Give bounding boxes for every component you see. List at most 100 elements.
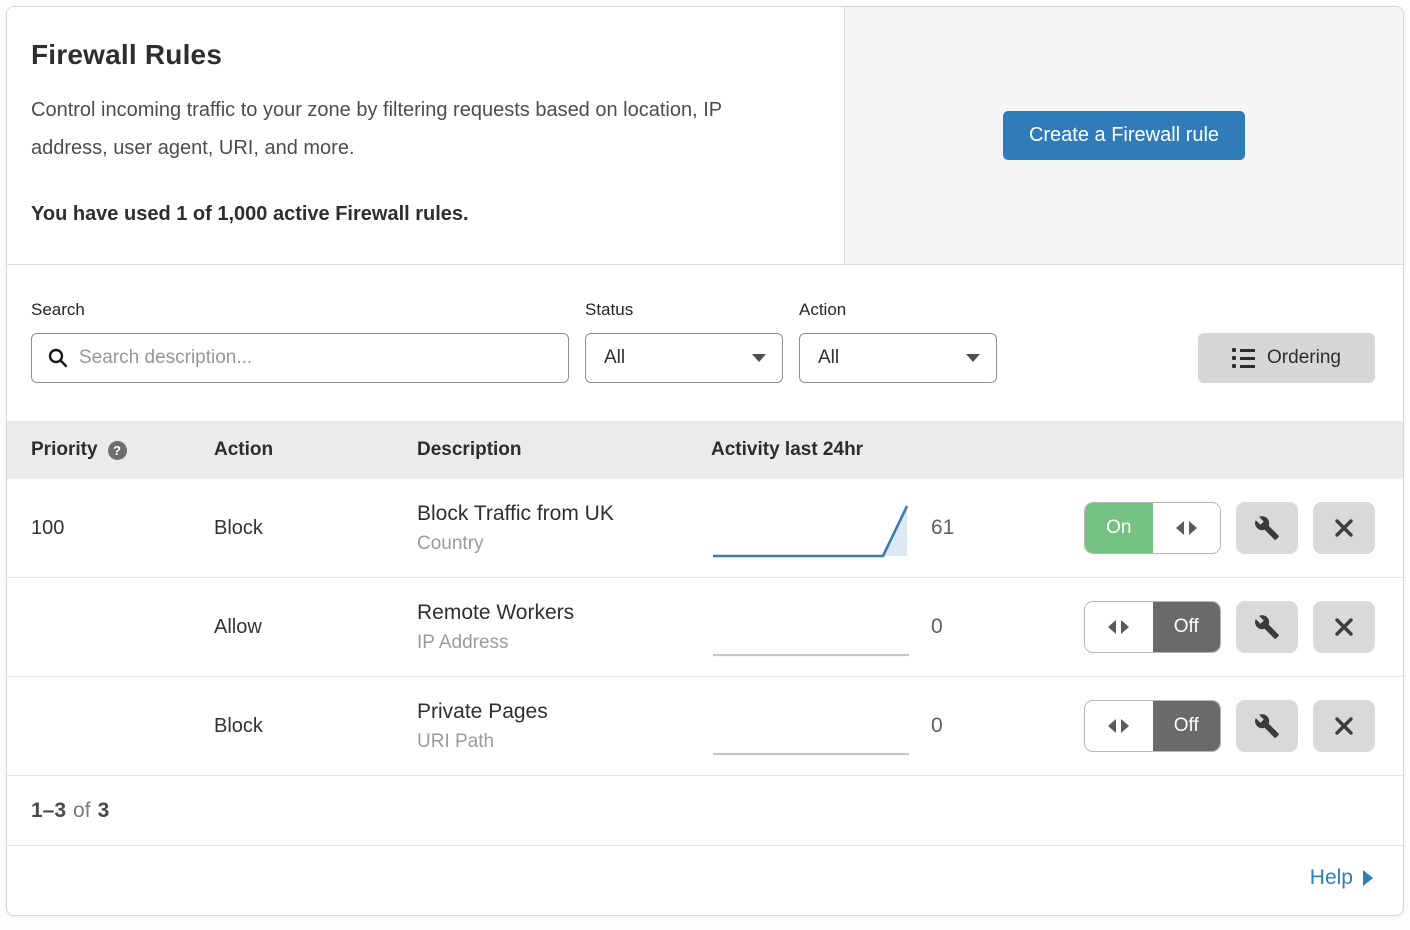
toggle-state-label: On xyxy=(1106,517,1131,539)
toggle-handle xyxy=(1085,701,1153,751)
ordering-button[interactable]: Ordering xyxy=(1198,333,1375,383)
wrench-icon xyxy=(1254,614,1280,640)
close-icon xyxy=(1333,517,1355,539)
firewall-rules-panel: Firewall Rules Control incoming traffic … xyxy=(6,6,1404,916)
row-controls: Off xyxy=(1021,601,1403,653)
activity-count: 0 xyxy=(931,714,1021,738)
header: Firewall Rules Control incoming traffic … xyxy=(7,7,1403,265)
delete-rule-button[interactable] xyxy=(1313,601,1375,653)
activity-sparkline xyxy=(711,595,931,659)
action-value: Block xyxy=(214,715,417,738)
pagination-bar: 1–3 of 3 xyxy=(7,776,1403,846)
search-icon xyxy=(47,347,69,369)
toggle-state-label: Off xyxy=(1174,715,1199,737)
edit-rule-button[interactable] xyxy=(1236,502,1298,554)
table-header-row: Priority ? Action Description Activity l… xyxy=(7,421,1403,479)
arrow-left-icon xyxy=(1176,521,1184,535)
wrench-icon xyxy=(1254,713,1280,739)
table-row: 100 Block Block Traffic from UK Country … xyxy=(7,479,1403,578)
edit-rule-button[interactable] xyxy=(1236,700,1298,752)
arrow-left-icon xyxy=(1108,719,1116,733)
chevron-down-icon xyxy=(966,354,980,362)
action-label: Action xyxy=(799,300,997,320)
action-filter-group: Action All xyxy=(799,300,997,383)
rule-description: Private Pages xyxy=(417,700,711,724)
activity-count: 61 xyxy=(931,516,1021,540)
rule-description: Remote Workers xyxy=(417,601,711,625)
close-icon xyxy=(1333,616,1355,638)
edit-rule-button[interactable] xyxy=(1236,601,1298,653)
table-row: Block Private Pages URI Path 0 Off xyxy=(7,677,1403,776)
pagination-range: 1–3 xyxy=(31,799,66,823)
search-box xyxy=(31,333,569,383)
ordering-button-label: Ordering xyxy=(1267,347,1341,369)
arrow-left-icon xyxy=(1108,620,1116,634)
arrow-right-icon xyxy=(1121,620,1129,634)
action-value: Allow xyxy=(214,616,417,639)
help-link-label: Help xyxy=(1310,866,1353,890)
status-select-value: All xyxy=(604,347,752,369)
priority-help-icon[interactable]: ? xyxy=(108,441,127,460)
column-header-priority: Priority ? xyxy=(7,439,214,461)
close-icon xyxy=(1333,715,1355,737)
rule-match-type: Country xyxy=(417,533,711,555)
usage-note: You have used 1 of 1,000 active Firewall… xyxy=(31,203,804,226)
delete-rule-button[interactable] xyxy=(1313,502,1375,554)
rule-enabled-toggle[interactable]: On xyxy=(1084,502,1221,554)
description-cell: Block Traffic from UK Country xyxy=(417,502,711,555)
row-controls: Off xyxy=(1021,700,1403,752)
toggle-state-segment: Off xyxy=(1153,701,1221,751)
delete-rule-button[interactable] xyxy=(1313,700,1375,752)
arrow-right-icon xyxy=(1363,870,1373,886)
status-select[interactable]: All xyxy=(585,333,783,383)
pagination-of-label: of xyxy=(73,799,91,823)
row-controls: On xyxy=(1021,502,1403,554)
sparkline-chart-icon xyxy=(711,595,911,659)
rule-enabled-toggle[interactable]: Off xyxy=(1084,601,1221,653)
description-cell: Remote Workers IP Address xyxy=(417,601,711,654)
rule-match-type: IP Address xyxy=(417,632,711,654)
priority-value: 100 xyxy=(7,517,214,540)
status-label: Status xyxy=(585,300,783,320)
activity-sparkline xyxy=(711,694,931,758)
table-row: Allow Remote Workers IP Address 0 Off xyxy=(7,578,1403,677)
wrench-icon xyxy=(1254,515,1280,541)
activity-count: 0 xyxy=(931,615,1021,639)
status-filter-group: Status All xyxy=(585,300,783,383)
action-select[interactable]: All xyxy=(799,333,997,383)
create-firewall-rule-button[interactable]: Create a Firewall rule xyxy=(1003,111,1245,160)
toggle-state-label: Off xyxy=(1174,616,1199,638)
column-header-activity: Activity last 24hr xyxy=(711,439,931,461)
help-bar: Help xyxy=(7,846,1403,910)
column-header-action: Action xyxy=(214,439,417,461)
priority-header-label: Priority xyxy=(31,439,98,461)
help-link[interactable]: Help xyxy=(1310,866,1373,890)
pagination-total: 3 xyxy=(98,799,110,823)
search-input[interactable] xyxy=(69,334,568,382)
activity-sparkline xyxy=(711,496,931,560)
page-title: Firewall Rules xyxy=(31,39,804,71)
rule-enabled-toggle[interactable]: Off xyxy=(1084,700,1221,752)
rule-match-type: URI Path xyxy=(417,731,711,753)
search-label: Search xyxy=(31,300,569,320)
column-header-description: Description xyxy=(417,439,711,461)
action-value: Block xyxy=(214,517,417,540)
arrow-right-icon xyxy=(1189,521,1197,535)
sparkline-chart-icon xyxy=(711,496,911,560)
arrow-right-icon xyxy=(1121,719,1129,733)
action-select-value: All xyxy=(818,347,966,369)
header-text-block: Firewall Rules Control incoming traffic … xyxy=(7,7,844,264)
toggle-handle xyxy=(1153,503,1221,553)
sparkline-chart-icon xyxy=(711,694,911,758)
toggle-state-segment: Off xyxy=(1153,602,1221,652)
chevron-down-icon xyxy=(752,354,766,362)
filter-bar: Search Status All Action All xyxy=(7,265,1403,421)
header-action-panel: Create a Firewall rule xyxy=(844,7,1403,264)
description-cell: Private Pages URI Path xyxy=(417,700,711,753)
search-filter-group: Search xyxy=(31,300,569,383)
page-description: Control incoming traffic to your zone by… xyxy=(31,91,801,167)
rule-description: Block Traffic from UK xyxy=(417,502,711,526)
toggle-handle xyxy=(1085,602,1153,652)
ordered-list-icon xyxy=(1232,348,1255,368)
toggle-state-segment: On xyxy=(1085,503,1153,553)
